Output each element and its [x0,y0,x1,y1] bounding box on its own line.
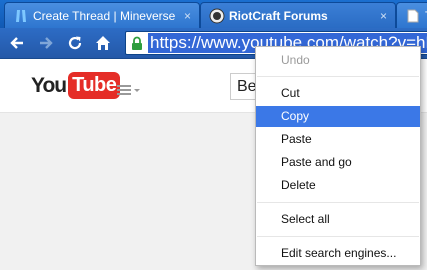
back-icon[interactable] [8,34,26,52]
youtube-logo[interactable]: You Tube [31,72,121,99]
close-icon[interactable]: × [184,3,191,28]
tab-title: RiotCraft Forums [229,9,328,23]
tab-partial[interactable]: T [396,2,427,28]
menu-item-cut[interactable]: Cut [256,83,420,104]
tab-riotcraft[interactable]: RiotCraft Forums × [200,2,396,28]
page-icon [405,8,421,24]
menu-item-paste-and-go[interactable]: Paste and go [256,152,420,173]
menu-item-select-all[interactable]: Select all [256,209,420,230]
menu-item-paste[interactable]: Paste [256,129,420,150]
home-icon[interactable] [94,34,112,52]
lock-icon [130,36,144,54]
context-menu: Undo Cut Copy Paste Paste and go Delete … [255,46,421,266]
logo-you: You [31,73,67,97]
guide-menu-icon[interactable] [117,82,141,100]
reload-icon[interactable] [66,34,84,52]
riotcraft-icon [209,8,225,24]
menu-item-edit-search-engines[interactable]: Edit search engines... [256,243,420,264]
forward-icon[interactable] [37,34,55,52]
tab-title: Create Thread | Mineverse [33,9,176,23]
tab-create-thread[interactable]: Create Thread | Mineverse × [4,2,200,28]
menu-item-copy[interactable]: Copy [256,106,420,127]
tab-strip: Create Thread | Mineverse × RiotCraft Fo… [0,0,427,28]
menu-separator [257,202,419,203]
logo-tube: Tube [68,72,121,99]
menu-separator [257,236,419,237]
close-icon[interactable]: × [380,3,387,28]
menu-item-delete[interactable]: Delete [256,175,420,196]
menu-separator [257,76,419,77]
menu-item-undo[interactable]: Undo [256,50,420,71]
mineverse-icon [13,8,29,24]
